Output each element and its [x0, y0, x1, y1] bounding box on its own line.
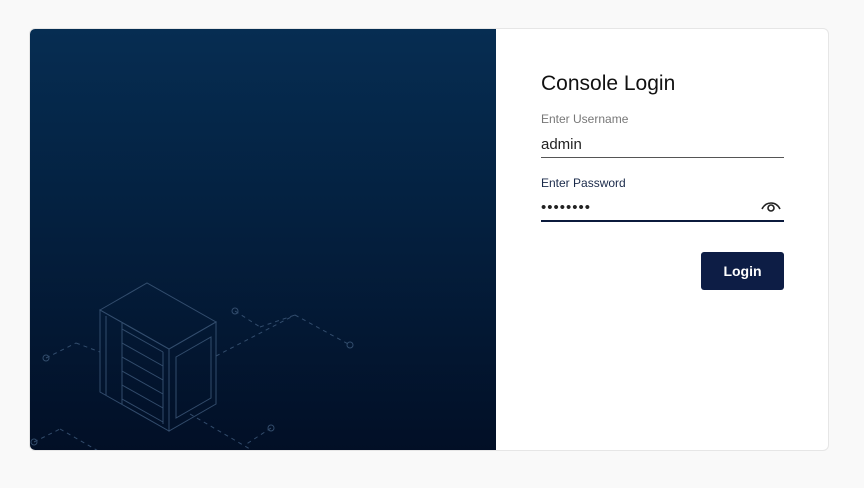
server-network-illustration	[30, 282, 354, 450]
password-field[interactable]	[541, 195, 784, 222]
eye-icon[interactable]	[760, 198, 782, 214]
page-title: Console Login	[541, 72, 676, 95]
login-card: Console Login Enter Username Enter Passw…	[29, 28, 829, 451]
username-label: Enter Username	[541, 112, 629, 126]
password-label: Enter Password	[541, 176, 626, 190]
username-field[interactable]	[541, 132, 784, 158]
login-form: Console Login Enter Username Enter Passw…	[541, 29, 784, 450]
login-button[interactable]: Login	[701, 252, 784, 290]
hero-panel	[30, 29, 496, 450]
